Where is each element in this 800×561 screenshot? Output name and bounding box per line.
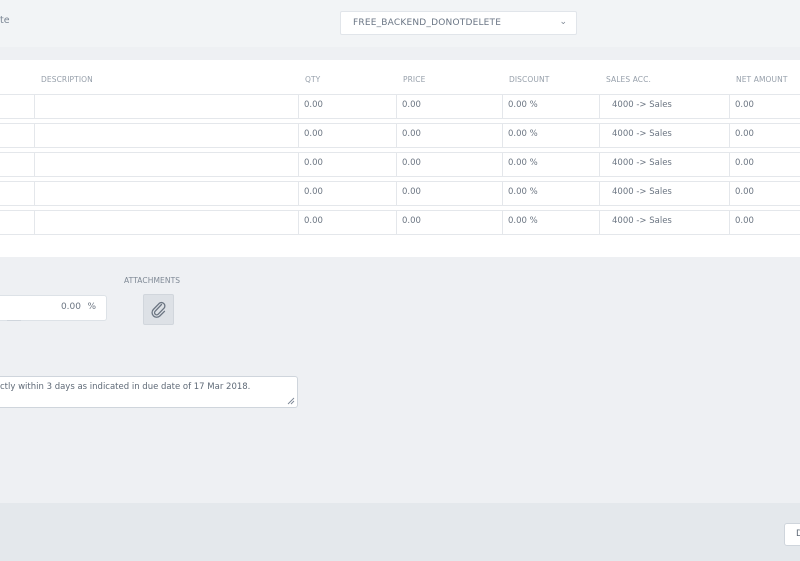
column-header-discount: DISCOUNT — [509, 75, 550, 84]
footer-button-label: D — [796, 529, 800, 539]
price-input[interactable]: 0.00 — [396, 95, 502, 118]
column-header-qty: QTY — [305, 75, 321, 84]
terms-text: ctly within 3 days as indicated in due d… — [0, 382, 251, 392]
table-row: 0.00 0.00 0.00 % 4000 -> Sales 0.00 — [0, 123, 800, 148]
price-input[interactable]: 0.00 — [396, 153, 502, 176]
attachments-label: ATTACHMENTS — [124, 276, 181, 285]
percent-symbol: % — [87, 302, 96, 312]
discount-input[interactable]: 0.00 % — [502, 95, 599, 118]
description-input[interactable] — [34, 124, 298, 147]
net-amount: 0.00 — [729, 124, 800, 147]
column-header-price: PRICE — [403, 75, 426, 84]
sales-acc-select[interactable]: 4000 -> Sales — [599, 182, 729, 205]
template-select-value: FREE_BACKEND_DONOTDELETE — [353, 18, 502, 28]
discount-input[interactable]: 0.00 % — [502, 124, 599, 147]
net-amount: 0.00 — [729, 153, 800, 176]
line-items-panel: DESCRIPTION QTY PRICE DISCOUNT SALES ACC… — [0, 60, 800, 257]
chevron-down-icon: ⌄ — [559, 17, 567, 27]
qty-input[interactable]: 0.00 — [298, 211, 396, 234]
discount-input[interactable]: 0.00 % — [502, 153, 599, 176]
price-input[interactable]: 0.00 — [396, 182, 502, 205]
sales-acc-select[interactable]: 4000 -> Sales — [599, 124, 729, 147]
column-header-net-amount: NET AMOUNT — [736, 75, 788, 84]
qty-input[interactable]: 0.00 — [298, 182, 396, 205]
column-header-description: DESCRIPTION — [41, 75, 93, 84]
template-label: te — [0, 15, 10, 26]
description-input[interactable] — [34, 153, 298, 176]
sales-acc-select[interactable]: 4000 -> Sales — [599, 153, 729, 176]
price-input[interactable]: 0.00 — [396, 124, 502, 147]
table-row: 0.00 0.00 0.00 % 4000 -> Sales 0.00 — [0, 210, 800, 235]
discount-input[interactable]: 0.00 % — [502, 182, 599, 205]
table-row: 0.00 0.00 0.00 % 4000 -> Sales 0.00 — [0, 152, 800, 177]
percent-value: 0.00 — [60, 302, 81, 312]
resize-handle-icon[interactable] — [287, 397, 295, 405]
terms-textarea[interactable]: ctly within 3 days as indicated in due d… — [0, 376, 298, 408]
footer-bar — [0, 503, 800, 561]
column-header-sales-acc: SALES ACC. — [606, 75, 651, 84]
add-attachment-button[interactable] — [143, 294, 174, 325]
qty-input[interactable]: 0.00 — [298, 95, 396, 118]
net-amount: 0.00 — [729, 211, 800, 234]
qty-input[interactable]: 0.00 — [298, 153, 396, 176]
sales-acc-select[interactable]: 4000 -> Sales — [599, 95, 729, 118]
qty-input[interactable]: 0.00 — [298, 124, 396, 147]
table-row: 0.00 0.00 0.00 % 4000 -> Sales 0.00 — [0, 94, 800, 119]
input-underline — [7, 320, 21, 324]
table-row: 0.00 0.00 0.00 % 4000 -> Sales 0.00 — [0, 181, 800, 206]
template-select[interactable]: FREE_BACKEND_DONOTDELETE ⌄ — [340, 11, 577, 35]
description-input[interactable] — [34, 182, 298, 205]
description-input[interactable] — [34, 211, 298, 234]
footer-button[interactable]: D — [784, 523, 800, 546]
percent-input[interactable]: 0.00 % — [0, 295, 107, 321]
discount-input[interactable]: 0.00 % — [502, 211, 599, 234]
net-amount: 0.00 — [729, 182, 800, 205]
sales-acc-select[interactable]: 4000 -> Sales — [599, 211, 729, 234]
description-input[interactable] — [34, 95, 298, 118]
paperclip-icon — [151, 301, 166, 318]
price-input[interactable]: 0.00 — [396, 211, 502, 234]
net-amount: 0.00 — [729, 95, 800, 118]
